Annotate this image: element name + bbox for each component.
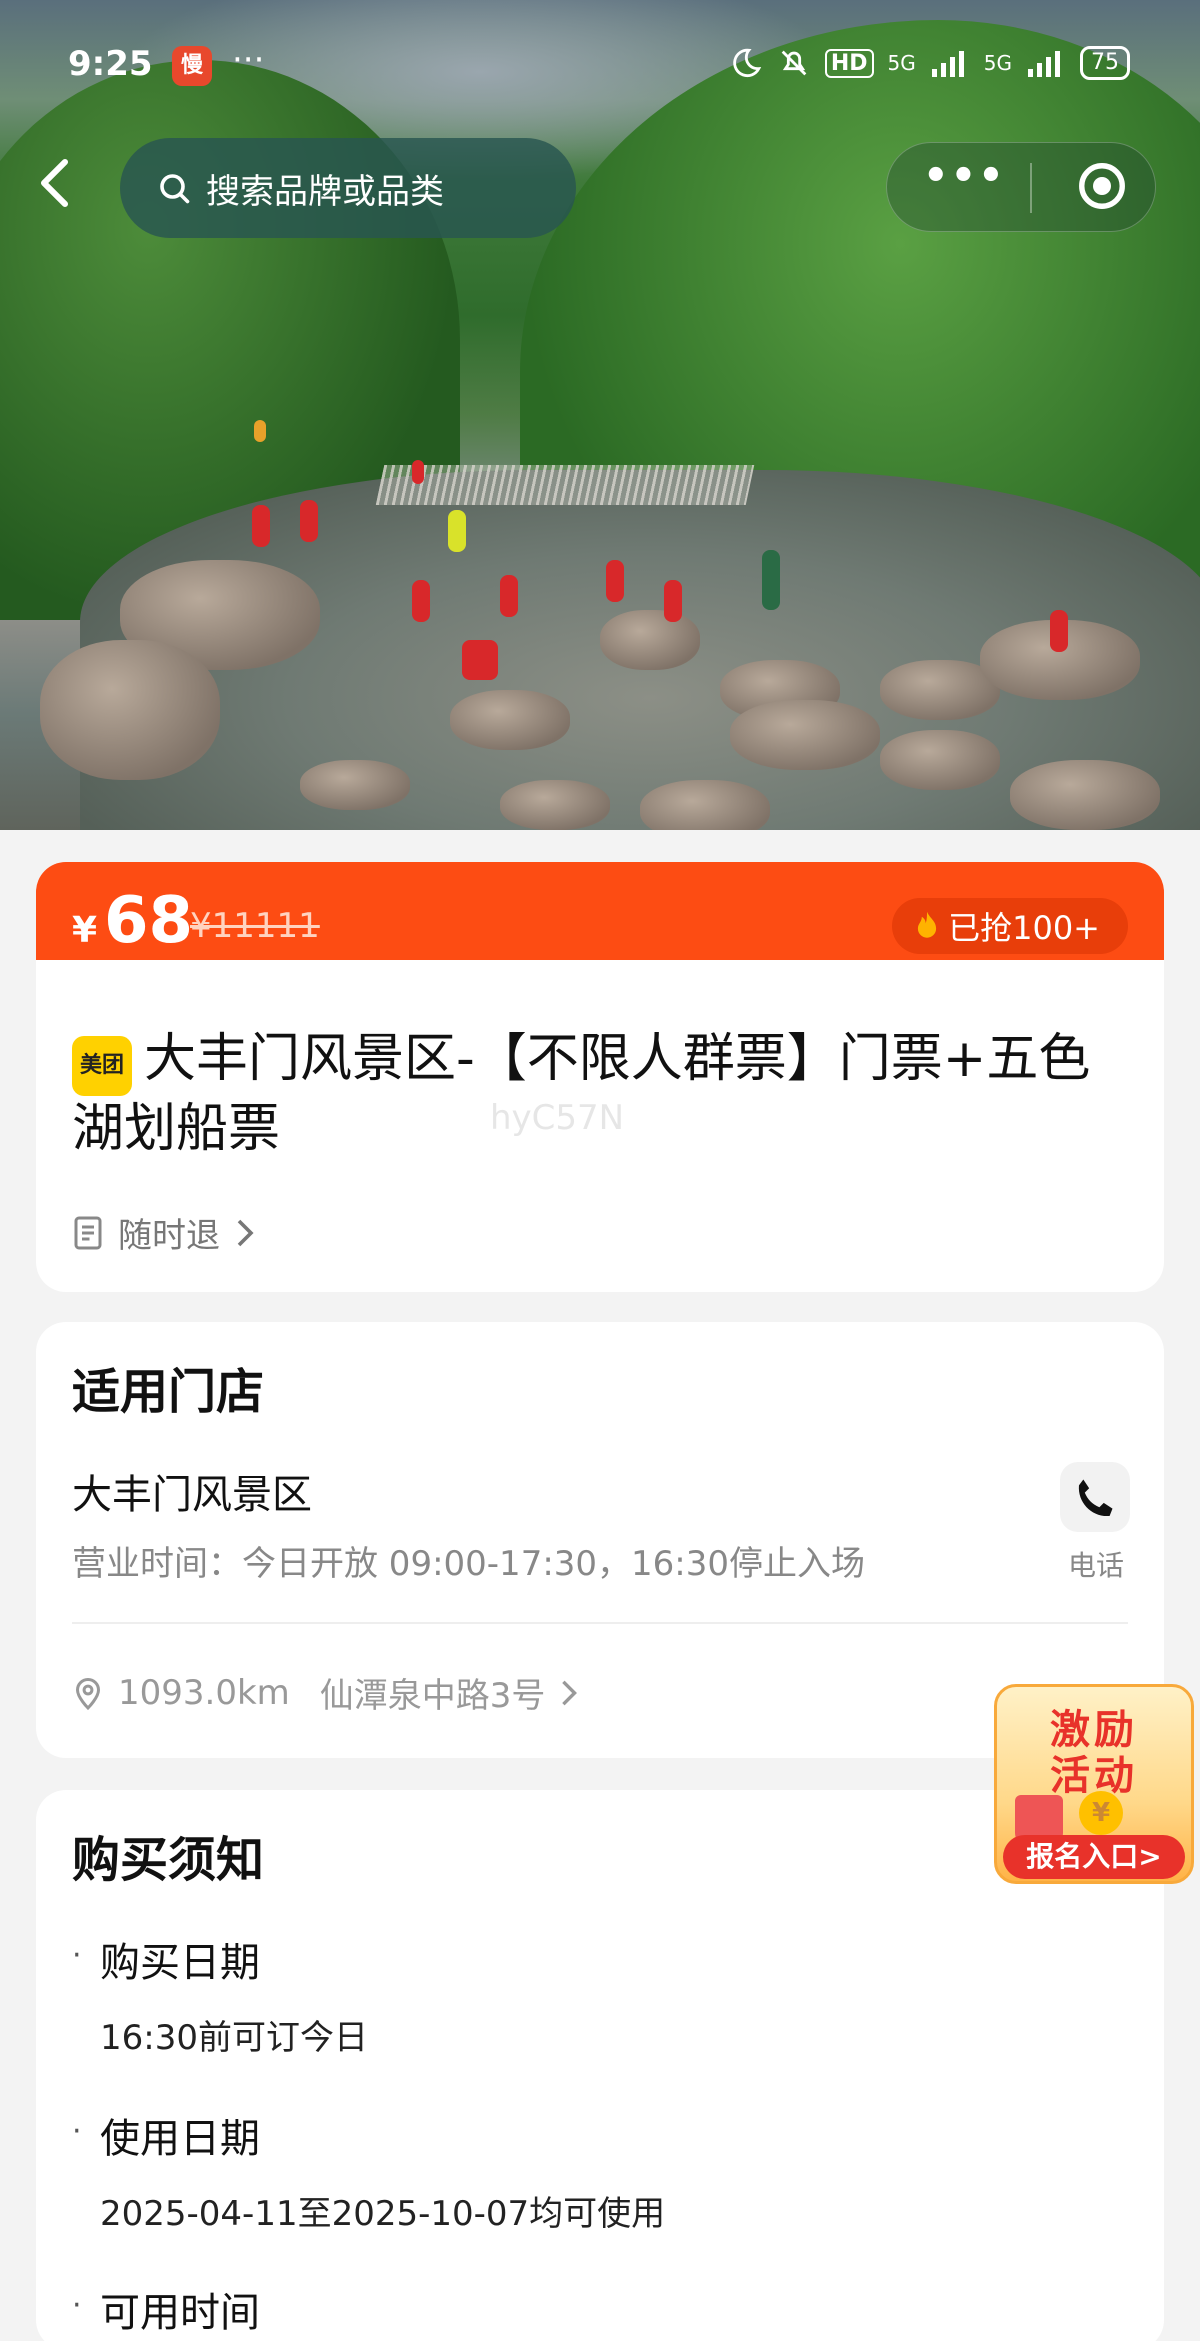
store-card: 适用门店 大丰门风景区 营业时间：今日开放 09:00-17:30，16:30停… [36, 1322, 1164, 1758]
notice-value: 2025-04-11至2025-10-07均可使用 [100, 2194, 666, 2234]
currency-symbol: ¥ [72, 910, 98, 951]
signal-5g-label: 5G [887, 51, 916, 75]
divider [72, 1622, 1128, 1624]
person [448, 510, 466, 552]
sold-count-badge: 已抢100+ [892, 898, 1128, 954]
distance: 1093.0km [118, 1672, 290, 1713]
store-name[interactable]: 大丰门风景区 [72, 1462, 312, 1520]
app-badge-icon: 慢 [172, 46, 212, 86]
search-input[interactable]: 搜索品牌或品类 [120, 138, 576, 238]
meituan-badge: 美团 [72, 1036, 132, 1096]
price-amount: 68 [104, 884, 194, 958]
rock [450, 690, 570, 750]
promo-activity-badge[interactable]: 激励 活动 ¥ 报名入口> [994, 1684, 1194, 1884]
status-more-icon: ··· [232, 40, 265, 80]
rope-net [375, 465, 755, 505]
more-icon[interactable]: ••• [923, 153, 1006, 199]
location-pin-icon [75, 1677, 101, 1710]
notice-heading: 使用日期 [100, 2116, 260, 2162]
person [412, 580, 430, 622]
phone-icon [1078, 1479, 1113, 1517]
battery-icon: 75 [1080, 46, 1130, 80]
moon-icon [733, 48, 762, 78]
rock [600, 610, 700, 670]
person [762, 550, 780, 610]
phone-button[interactable] [1060, 1462, 1130, 1532]
person [664, 580, 682, 622]
store-section-title: 适用门店 [72, 1364, 265, 1420]
person [606, 560, 624, 602]
person [412, 460, 424, 484]
person [462, 640, 498, 680]
sold-count: 已抢100+ [948, 909, 1100, 947]
watermark: hyC57N [490, 1098, 625, 1138]
promo-signup-button[interactable]: 报名入口> [1003, 1835, 1185, 1879]
signal-icon [1028, 51, 1060, 77]
notice-value: 16:30前可订今日 [100, 2018, 368, 2058]
notice-heading: 可用时间 [100, 2290, 260, 2336]
fire-icon [917, 911, 937, 938]
store-hours: 营业时间：今日开放 09:00-17:30，16:30停止入场 [72, 1544, 866, 1584]
status-time: 9:25 [68, 44, 153, 84]
person [300, 500, 318, 542]
sign [254, 420, 266, 442]
rock [1010, 760, 1160, 830]
search-icon [160, 174, 190, 204]
status-icons: HD 5G 5G 75 [729, 46, 1130, 80]
back-icon[interactable] [30, 155, 86, 211]
bullet-icon: · [72, 2114, 82, 2149]
product-title: 大丰门风景区-【不限人群票】门票+五色湖划船票 [72, 1029, 1091, 1159]
rock [300, 760, 410, 810]
purchase-notice-card: 购买须知 · 购买日期 16:30前可订今日 · 使用日期 2025-04-11… [36, 1790, 1164, 2341]
person [252, 505, 270, 547]
chevron-right-icon [237, 1219, 254, 1246]
chevron-right-icon [562, 1680, 578, 1705]
phone-label[interactable]: 电话 [1068, 1544, 1124, 1584]
person [1050, 610, 1068, 652]
refund-policy[interactable]: 随时退 [72, 1208, 256, 1257]
document-icon [74, 1216, 102, 1249]
rock [730, 700, 880, 770]
store-address[interactable]: 1093.0km 仙潭泉中路3号 [72, 1668, 579, 1717]
rock [40, 640, 220, 780]
bullet-icon: · [72, 2288, 82, 2323]
capsule-divider [1030, 163, 1032, 213]
hd-icon: HD [824, 48, 874, 78]
mute-icon [781, 50, 807, 76]
hero-image [0, 0, 1200, 830]
mini-program-capsule: ••• [886, 142, 1156, 232]
signal-icon [931, 51, 964, 77]
person [500, 575, 518, 617]
address: 仙潭泉中路3号 [319, 1676, 546, 1716]
signal-5g-label: 5G [983, 51, 1012, 75]
original-price: ¥11111 [190, 906, 320, 946]
rock [500, 780, 610, 830]
refund-label: 随时退 [118, 1216, 220, 1256]
bullet-icon: · [72, 1938, 82, 1973]
status-bar: 9:25 慢 ··· HD 5G 5G 75 [0, 40, 1200, 96]
rock [640, 780, 770, 830]
notice-heading: 购买日期 [100, 1940, 260, 1986]
coin-icon: ¥ [1079, 1791, 1123, 1835]
rock [880, 730, 1000, 790]
notice-section-title: 购买须知 [72, 1832, 265, 1888]
close-target-icon[interactable] [1075, 159, 1129, 213]
search-placeholder: 搜索品牌或品类 [206, 171, 444, 212]
